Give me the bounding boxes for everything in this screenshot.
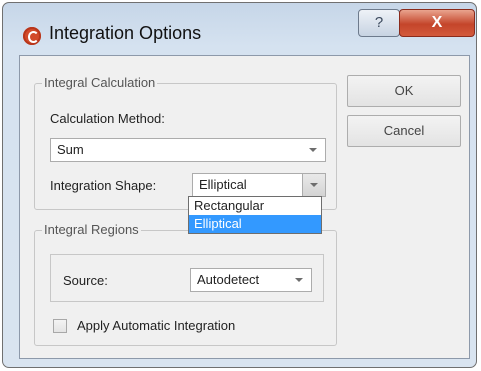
integration-shape-select[interactable]: Elliptical [192,173,326,197]
calculation-method-select[interactable]: Sum [50,138,326,162]
apply-automatic-integration-checkbox[interactable] [53,319,67,333]
app-logo-icon [23,27,41,45]
apply-automatic-integration-label[interactable]: Apply Automatic Integration [77,318,235,333]
chevron-down-icon [309,148,317,152]
title-bar: Integration Options ? X [3,3,476,47]
help-icon: ? [374,14,384,31]
calculation-method-value: Sum [57,142,84,157]
source-select[interactable]: Autodetect [190,268,312,292]
chevron-down-icon [295,278,303,282]
window-title: Integration Options [49,23,202,43]
close-icon: X [431,14,443,31]
integral-regions-legend: Integral Regions [42,222,141,237]
chevron-down-icon [310,183,318,187]
cancel-button[interactable]: Cancel [347,115,461,147]
integration-shape-option-rectangular[interactable]: Rectangular [189,197,321,215]
integration-options-dialog: Integration Options ? X Integral Calcula… [2,2,477,368]
help-button[interactable]: ? [358,9,400,37]
integration-shape-value: Elliptical [199,177,247,192]
source-value: Autodetect [197,272,260,287]
ok-button[interactable]: OK [347,75,461,107]
integration-shape-option-elliptical[interactable]: Elliptical [189,215,321,233]
integration-shape-dropdown-list: Rectangular Elliptical [188,196,322,234]
calculation-method-label: Calculation Method: [50,111,165,126]
close-button[interactable]: X [399,9,475,37]
integral-calculation-legend: Integral Calculation [42,75,158,90]
integration-shape-label: Integration Shape: [50,178,157,193]
integration-shape-dropdown-button[interactable] [302,174,325,196]
source-label: Source: [63,273,108,288]
